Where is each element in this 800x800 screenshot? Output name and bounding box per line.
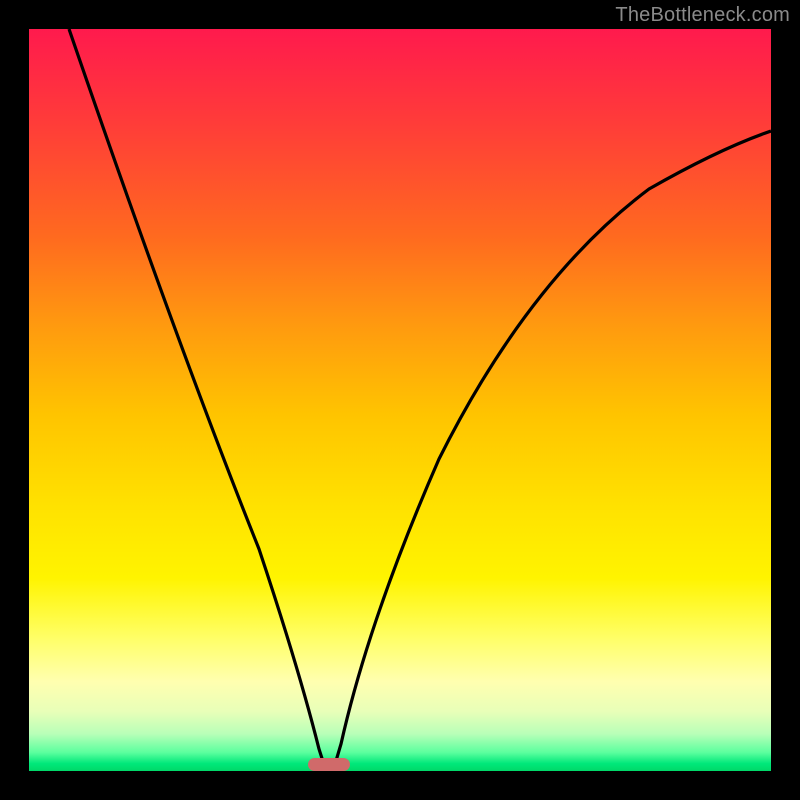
chart-frame: TheBottleneck.com xyxy=(0,0,800,800)
curve-layer xyxy=(29,29,771,771)
plot-area xyxy=(29,29,771,771)
bottleneck-marker xyxy=(308,758,350,771)
watermark-text: TheBottleneck.com xyxy=(615,4,790,27)
right-curve xyxy=(333,131,771,771)
left-curve xyxy=(69,29,326,771)
